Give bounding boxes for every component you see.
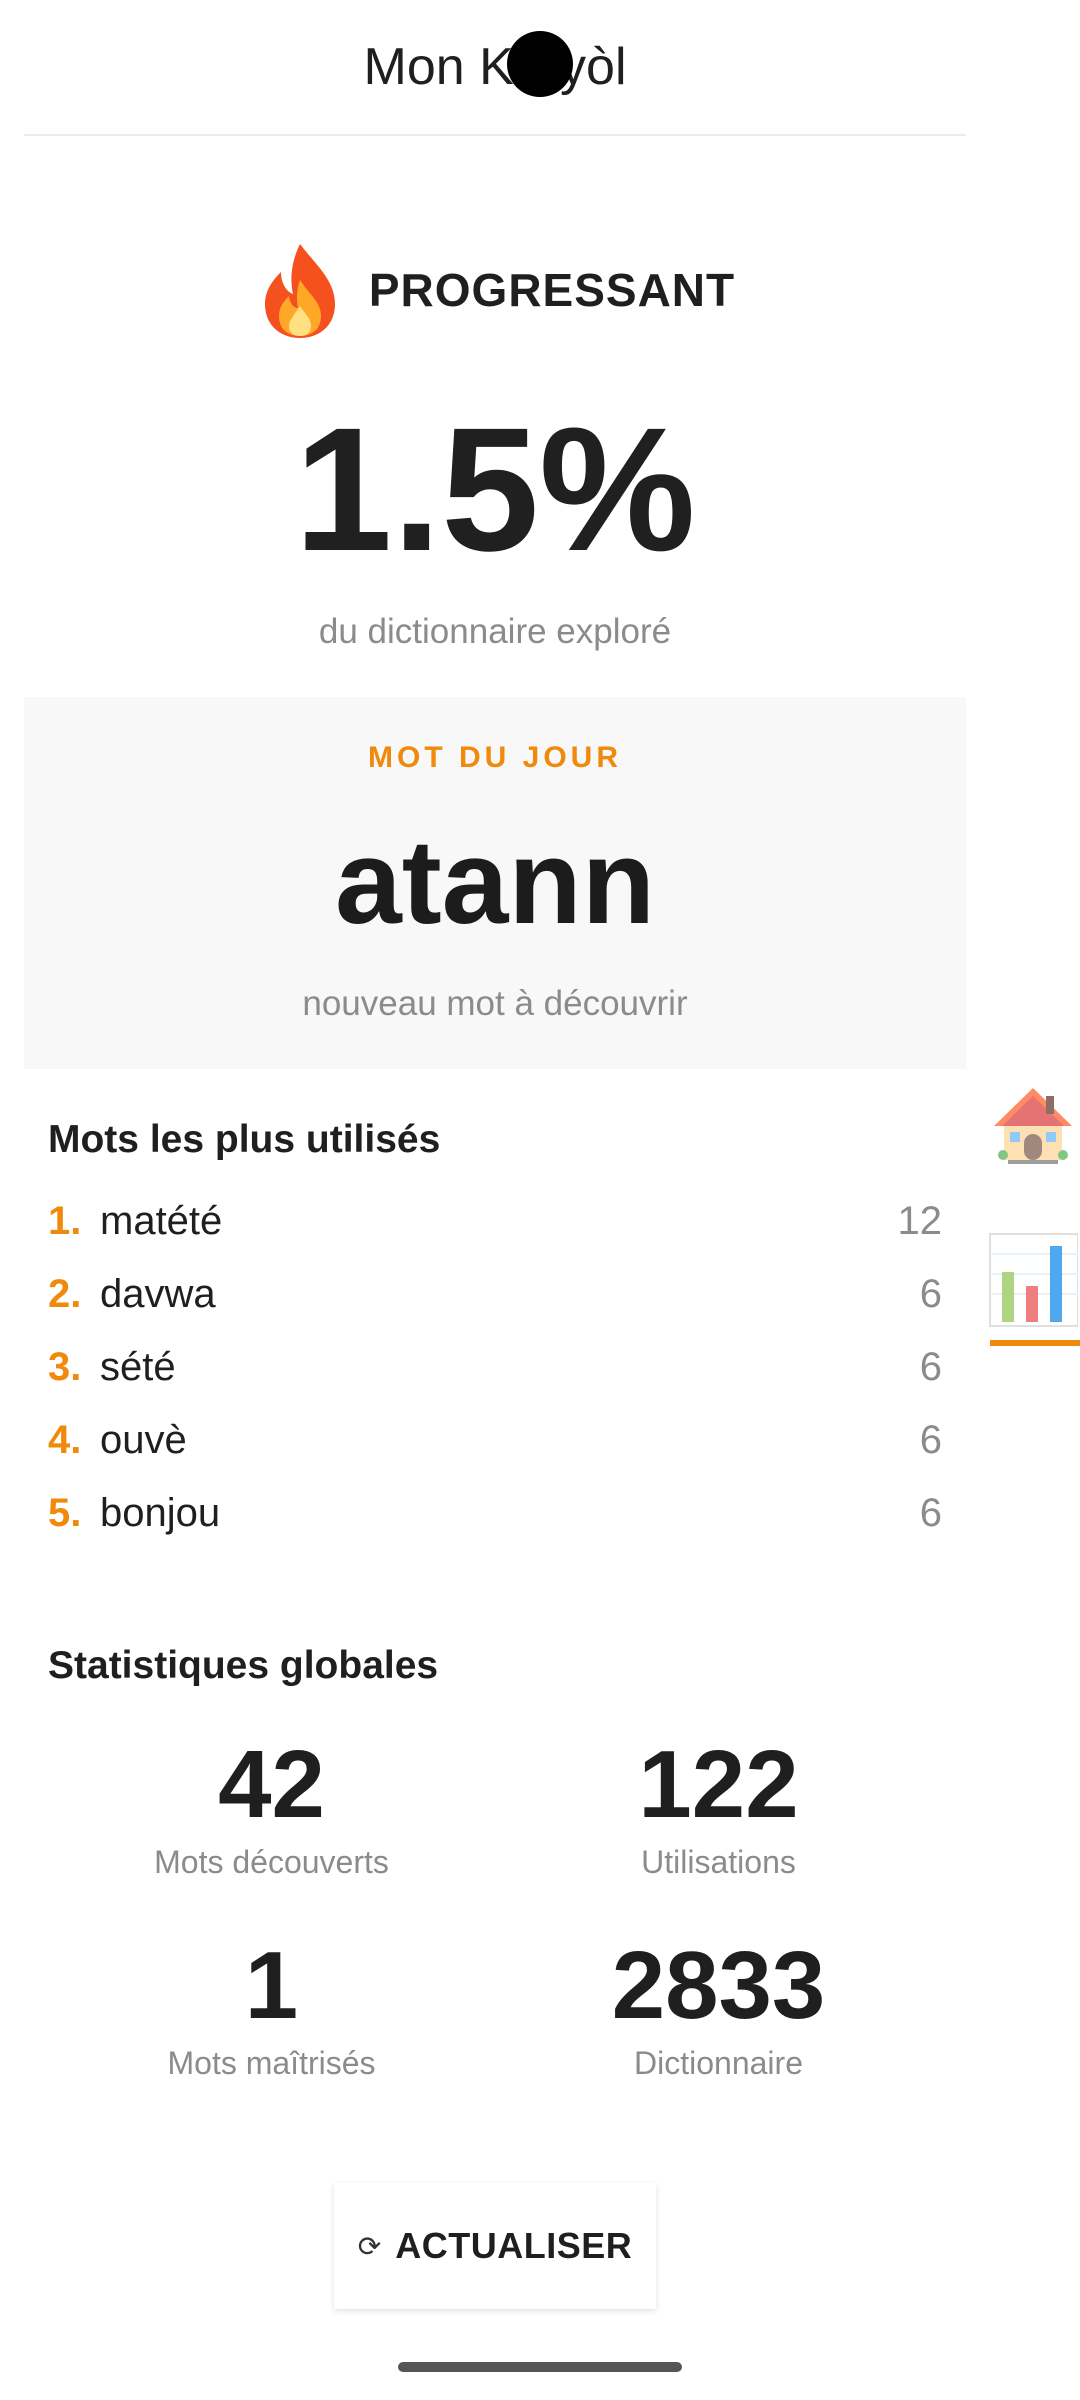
word-of-day-caption: nouveau mot à découvrir bbox=[302, 984, 688, 1023]
side-nav bbox=[986, 1070, 1080, 1346]
stat-value: 1 bbox=[244, 1932, 299, 2039]
list-item[interactable]: 5. bonjou 6 bbox=[48, 1477, 942, 1550]
home-indicator[interactable] bbox=[398, 2362, 682, 2372]
global-stats-title: Statistiques globales bbox=[48, 1644, 439, 1687]
word-text: bonjou bbox=[100, 1491, 221, 1535]
usage-count: 6 bbox=[919, 1491, 942, 1535]
app-title: Mon Kréyòl bbox=[363, 38, 627, 96]
refresh-button[interactable]: ⟳ ACTUALISER bbox=[334, 2183, 656, 2309]
active-tab-indicator bbox=[990, 1340, 1080, 1346]
fire-icon bbox=[264, 244, 335, 338]
house-icon bbox=[994, 1088, 1072, 1164]
nav-home[interactable] bbox=[986, 1070, 1080, 1180]
rank-number: 1. bbox=[48, 1199, 82, 1243]
rank-number: 4. bbox=[48, 1418, 82, 1462]
level-label: PROGRESSANT bbox=[368, 264, 736, 316]
rank-number: 2. bbox=[48, 1272, 82, 1316]
stat-value: 122 bbox=[638, 1731, 799, 1838]
word-text: sété bbox=[100, 1345, 176, 1389]
refresh-icon: ⟳ bbox=[357, 2230, 382, 2262]
nav-stats[interactable] bbox=[986, 1220, 1080, 1346]
word-of-day-label: MOT DU JOUR bbox=[368, 741, 622, 774]
usage-count: 6 bbox=[919, 1272, 942, 1316]
stat-label: Dictionnaire bbox=[634, 2045, 803, 2081]
stat-usages: 122 Utilisations bbox=[495, 1730, 942, 1881]
bar-chart-icon bbox=[989, 1233, 1078, 1327]
rank-number: 5. bbox=[48, 1491, 82, 1535]
list-item[interactable]: 1. matété 12 bbox=[48, 1185, 942, 1258]
usage-count: 6 bbox=[919, 1418, 942, 1462]
app-header: Mon Kréyòl bbox=[24, 0, 966, 136]
list-item[interactable]: 3. sété 6 bbox=[48, 1331, 942, 1404]
explored-caption: du dictionnaire exploré bbox=[318, 612, 672, 651]
stat-words-discovered: 42 Mots découverts bbox=[48, 1730, 495, 1881]
word-text: davwa bbox=[100, 1272, 216, 1316]
global-stats-grid: 42 Mots découverts 122 Utilisations 1 Mo… bbox=[48, 1730, 942, 2082]
refresh-label: ACTUALISER bbox=[395, 2225, 633, 2266]
top-words-list: 1. matété 12 2. davwa 6 3. sété 6 4. ouv… bbox=[48, 1185, 942, 1550]
stat-label: Mots maîtrisés bbox=[167, 2045, 376, 2081]
rank-number: 3. bbox=[48, 1345, 82, 1389]
stat-words-mastered: 1 Mots maîtrisés bbox=[48, 1931, 495, 2082]
stat-value: 2833 bbox=[611, 1932, 826, 2039]
level-badge: PROGRESSANT bbox=[0, 240, 990, 340]
stat-label: Mots découverts bbox=[154, 1844, 389, 1880]
explored-percent: 1.5% bbox=[294, 392, 696, 588]
list-item[interactable]: 2. davwa 6 bbox=[48, 1258, 942, 1331]
word-of-day-card[interactable]: MOT DU JOUR atann nouveau mot à découvri… bbox=[24, 697, 966, 1069]
stat-dictionary: 2833 Dictionnaire bbox=[495, 1931, 942, 2082]
word-text: ouvè bbox=[100, 1418, 187, 1462]
usage-count: 12 bbox=[897, 1199, 943, 1243]
stat-label: Utilisations bbox=[641, 1844, 796, 1880]
top-words-title: Mots les plus utilisés bbox=[48, 1118, 441, 1161]
word-text: matété bbox=[100, 1199, 223, 1243]
camera-cutout bbox=[507, 31, 573, 97]
word-of-day-word: atann bbox=[334, 815, 656, 949]
usage-count: 6 bbox=[919, 1345, 942, 1389]
list-item[interactable]: 4. ouvè 6 bbox=[48, 1404, 942, 1477]
stat-value: 42 bbox=[218, 1731, 325, 1838]
